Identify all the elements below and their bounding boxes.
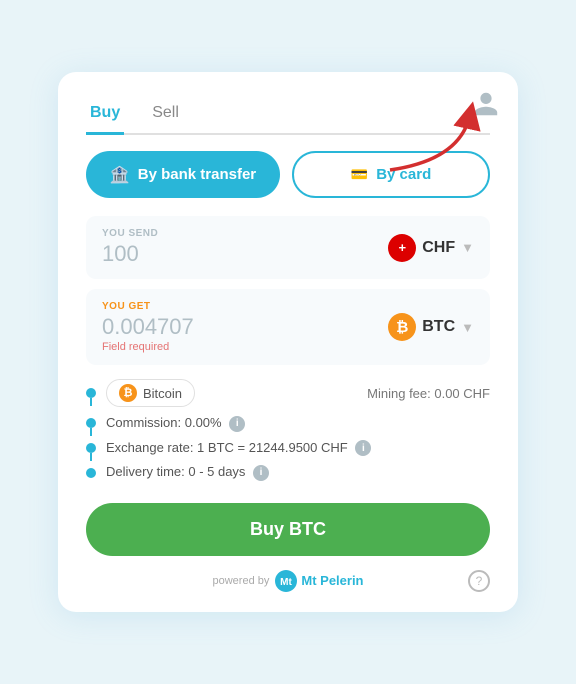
commission-row: Commission: 0.00% i xyxy=(86,415,490,432)
card-button[interactable]: 💳 By card xyxy=(292,151,490,198)
payment-methods: 🏦 By bank transfer 💳 By card xyxy=(86,151,490,198)
svg-text:Mt: Mt xyxy=(281,577,293,588)
get-section: YOU GET 0.004707 Field required ₿ BTC ▼ xyxy=(86,289,490,365)
buy-button[interactable]: Buy BTC xyxy=(86,503,490,556)
tab-sell[interactable]: Sell xyxy=(148,96,183,135)
footer: powered by Mt Mt Pelerin ? xyxy=(86,570,490,592)
bitcoin-chip-icon: ₿ xyxy=(119,384,137,402)
dot-commission xyxy=(86,418,96,428)
send-currency-select[interactable]: + CHF ▼ xyxy=(388,234,474,262)
powered-by-text: powered by xyxy=(213,575,270,587)
tab-buy[interactable]: Buy xyxy=(86,96,124,135)
card-label: By card xyxy=(376,166,431,183)
main-card: Buy Sell 🏦 By bank transfer 💳 By card YO… xyxy=(58,72,518,612)
bank-icon: 🏦 xyxy=(110,165,130,185)
bitcoin-name: Bitcoin xyxy=(143,386,182,401)
profile-icon-wrap xyxy=(472,90,500,123)
bank-label: By bank transfer xyxy=(138,166,256,183)
pelerin-logo-icon: Mt xyxy=(275,570,297,592)
get-label: YOU GET xyxy=(102,301,194,312)
dot-exchange xyxy=(86,443,96,453)
chf-flag: + xyxy=(388,234,416,262)
pelerin-text: Mt Pelerin xyxy=(301,573,363,588)
help-icon[interactable]: ? xyxy=(468,570,490,592)
send-section: YOU SEND 100 + CHF ▼ xyxy=(86,216,490,279)
send-input-group: YOU SEND 100 xyxy=(102,228,158,267)
btc-flag: ₿ xyxy=(388,313,416,341)
send-value[interactable]: 100 xyxy=(102,241,158,267)
send-currency: CHF xyxy=(422,239,455,257)
get-currency: BTC xyxy=(422,318,455,336)
line-connector-2 xyxy=(90,428,92,436)
bank-transfer-button[interactable]: 🏦 By bank transfer xyxy=(86,151,280,198)
get-currency-select[interactable]: ₿ BTC ▼ xyxy=(388,313,474,341)
commission-info-icon[interactable]: i xyxy=(229,416,245,432)
exchange-text: Exchange rate: 1 BTC = 21244.9500 CHF i xyxy=(106,440,371,457)
tabs: Buy Sell xyxy=(86,96,490,135)
get-input-group: YOU GET 0.004707 Field required xyxy=(102,301,194,353)
commission-text: Commission: 0.00% i xyxy=(106,415,245,432)
dot-delivery xyxy=(86,468,96,478)
delivery-info-icon[interactable]: i xyxy=(253,465,269,481)
mining-fee: Mining fee: 0.00 CHF xyxy=(367,386,490,401)
card-icon: 💳 xyxy=(351,166,368,183)
delivery-row: Delivery time: 0 - 5 days i xyxy=(86,464,490,481)
send-chevron-icon: ▼ xyxy=(461,240,474,255)
get-value[interactable]: 0.004707 xyxy=(102,314,194,340)
bitcoin-row: ₿ Bitcoin Mining fee: 0.00 CHF xyxy=(86,379,490,407)
exchange-row: Exchange rate: 1 BTC = 21244.9500 CHF i xyxy=(86,440,490,457)
info-section: ₿ Bitcoin Mining fee: 0.00 CHF Commissio… xyxy=(86,379,490,481)
profile-icon[interactable] xyxy=(472,90,500,118)
dot-bitcoin xyxy=(86,388,96,398)
delivery-text: Delivery time: 0 - 5 days i xyxy=(106,464,269,481)
get-chevron-icon: ▼ xyxy=(461,320,474,335)
pelerin-logo: Mt Mt Pelerin xyxy=(275,570,363,592)
bitcoin-chip[interactable]: ₿ Bitcoin xyxy=(106,379,195,407)
field-required: Field required xyxy=(102,341,194,353)
exchange-info-icon[interactable]: i xyxy=(355,440,371,456)
line-connector-3 xyxy=(90,453,92,461)
send-label: YOU SEND xyxy=(102,228,158,239)
line-connector xyxy=(90,398,92,406)
